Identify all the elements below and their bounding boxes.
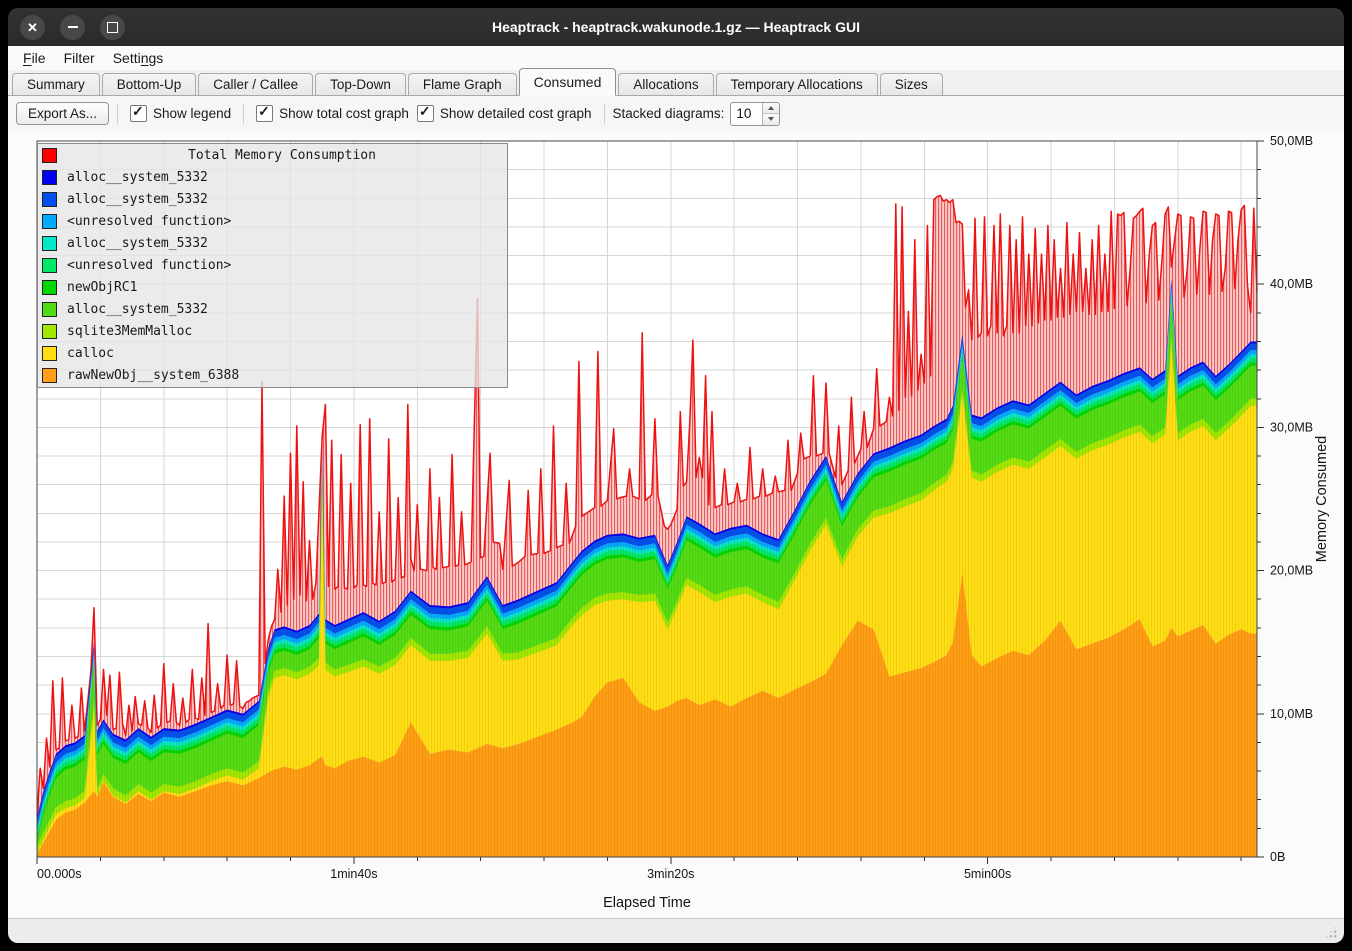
legend-row: alloc__system_5332 — [38, 166, 507, 188]
toolbar-separator — [604, 104, 605, 124]
legend-label: calloc — [67, 346, 114, 361]
legend-row: rawNewObj__system_6388 — [38, 365, 507, 387]
y-axis-tick-label: 10,0MB — [1270, 707, 1313, 721]
close-icon: ✕ — [27, 21, 38, 34]
legend-swatch-icon — [42, 324, 57, 339]
legend-swatch-icon — [42, 280, 57, 295]
legend-swatch-icon — [42, 346, 57, 361]
legend-swatch-icon — [42, 258, 57, 273]
tab-summary[interactable]: Summary — [12, 73, 100, 95]
stacked-diagrams-value[interactable]: 10 — [731, 103, 762, 125]
x-axis-tick-label: 1min40s — [330, 867, 377, 881]
memory-consumption-chart: 0B 10,0MB 20,0MB 30,0MB 40,0MB 50,0MB 00.000s 1… — [8, 131, 1344, 918]
spin-up-button[interactable] — [763, 103, 779, 115]
menu-item-file[interactable]: File — [14, 48, 55, 68]
tab-flame-graph[interactable]: Flame Graph — [408, 73, 517, 95]
app-window: ✕ Heaptrack - heaptrack.wakunode.1.gz — … — [0, 0, 1352, 951]
window-title: Heaptrack - heaptrack.wakunode.1.gz — He… — [8, 19, 1344, 35]
y-axis-tick-label: 40,0MB — [1270, 277, 1313, 291]
checkmark-icon: ✓ — [132, 103, 144, 120]
title-bar: ✕ Heaptrack - heaptrack.wakunode.1.gz — … — [8, 8, 1344, 46]
legend-row: sqlite3MemMalloc — [38, 321, 507, 343]
tab-bar: SummaryBottom-UpCaller / CalleeTop-DownF… — [8, 70, 1344, 96]
menu-item-filter[interactable]: Filter — [55, 48, 104, 68]
chart-legend: Total Memory Consumption alloc__system_53… — [37, 143, 508, 388]
export-as-button[interactable]: Export As... — [16, 102, 109, 125]
checkbox-box-icon: ✓ — [130, 105, 147, 122]
x-axis-tick-label: 5min00s — [964, 867, 1011, 881]
legend-label: <unresolved function> — [67, 214, 231, 229]
tab-temporary-allocations[interactable]: Temporary Allocations — [716, 73, 878, 95]
checkbox-box-icon: ✓ — [417, 105, 434, 122]
legend-swatch-icon — [42, 214, 57, 229]
show-legend-checkbox[interactable]: ✓ Show legend — [130, 105, 231, 122]
status-bar — [8, 918, 1344, 943]
legend-title-row: Total Memory Consumption — [38, 144, 507, 166]
legend-label: alloc__system_5332 — [67, 302, 208, 317]
toolbar-separator — [117, 104, 118, 124]
x-axis-title: Elapsed Time — [603, 895, 691, 911]
legend-swatch-icon — [42, 192, 57, 207]
spin-down-button[interactable] — [763, 114, 779, 125]
minimize-icon — [68, 26, 78, 28]
legend-label: alloc__system_5332 — [67, 192, 208, 207]
show-detailed-cost-checkbox[interactable]: ✓ Show detailed cost graph — [417, 105, 592, 122]
y-axis-tick-label: 20,0MB — [1270, 564, 1313, 578]
tab-top-down[interactable]: Top-Down — [315, 73, 406, 95]
tab-caller-callee[interactable]: Caller / Callee — [198, 73, 313, 95]
legend-row: <unresolved function> — [38, 210, 507, 232]
toolbar-separator — [243, 104, 244, 124]
close-button[interactable]: ✕ — [20, 15, 45, 40]
legend-swatch-icon — [42, 368, 57, 383]
legend-label: sqlite3MemMalloc — [67, 324, 192, 339]
maximize-icon — [107, 22, 118, 33]
legend-label: newObjRC1 — [67, 280, 137, 295]
checkmark-icon: ✓ — [419, 103, 431, 120]
maximize-button[interactable] — [100, 15, 125, 40]
checkbox-label: Show total cost graph — [279, 106, 409, 121]
legend-row: alloc__system_5332 — [38, 188, 507, 210]
legend-row: calloc — [38, 343, 507, 365]
menu-bar: FileFilterSettings — [8, 46, 1344, 70]
tab-allocations[interactable]: Allocations — [618, 73, 713, 95]
legend-label: <unresolved function> — [67, 258, 231, 273]
legend-swatch-icon — [42, 148, 57, 163]
chevron-down-icon — [768, 117, 774, 121]
y-axis-tick-label: 30,0MB — [1270, 420, 1313, 434]
chevron-up-icon — [768, 106, 774, 110]
spin-buttons — [762, 103, 779, 125]
legend-row: alloc__system_5332 — [38, 232, 507, 254]
chart-toolbar: Export As... ✓ Show legend ✓ Show total … — [8, 96, 1344, 131]
tab-bottom-up[interactable]: Bottom-Up — [102, 73, 197, 95]
show-total-cost-checkbox[interactable]: ✓ Show total cost graph — [256, 105, 409, 122]
menu-item-settings[interactable]: Settings — [104, 48, 173, 68]
legend-label: alloc__system_5332 — [67, 170, 208, 185]
resize-grip[interactable] — [1324, 925, 1338, 939]
stacked-diagrams-control: Stacked diagrams: 10 — [613, 102, 781, 126]
legend-row: <unresolved function> — [38, 254, 507, 276]
y-axis-title: Memory Consumed — [1314, 436, 1330, 563]
stacked-diagrams-label: Stacked diagrams: — [613, 106, 725, 121]
checkbox-label: Show legend — [153, 106, 231, 121]
y-axis-tick-label: 50,0MB — [1270, 134, 1313, 148]
y-axis-tick-label: 0B — [1270, 850, 1285, 864]
tab-consumed[interactable]: Consumed — [519, 68, 617, 96]
legend-row: newObjRC1 — [38, 277, 507, 299]
legend-label: alloc__system_5332 — [67, 236, 208, 251]
legend-swatch-icon — [42, 236, 57, 251]
window-controls: ✕ — [20, 15, 125, 40]
x-axis-tick-label: 00.000s — [37, 867, 81, 881]
legend-swatch-icon — [42, 170, 57, 185]
minimize-button[interactable] — [60, 15, 85, 40]
x-axis-tick-label: 3min20s — [647, 867, 694, 881]
legend-label: Total Memory Consumption — [57, 148, 507, 163]
tab-sizes[interactable]: Sizes — [880, 73, 943, 95]
checkbox-label: Show detailed cost graph — [440, 106, 592, 121]
checkbox-box-icon: ✓ — [256, 105, 273, 122]
legend-label: rawNewObj__system_6388 — [67, 368, 239, 383]
checkmark-icon: ✓ — [258, 103, 270, 120]
legend-swatch-icon — [42, 302, 57, 317]
legend-row: alloc__system_5332 — [38, 299, 507, 321]
stacked-diagrams-spinbox[interactable]: 10 — [730, 102, 780, 126]
